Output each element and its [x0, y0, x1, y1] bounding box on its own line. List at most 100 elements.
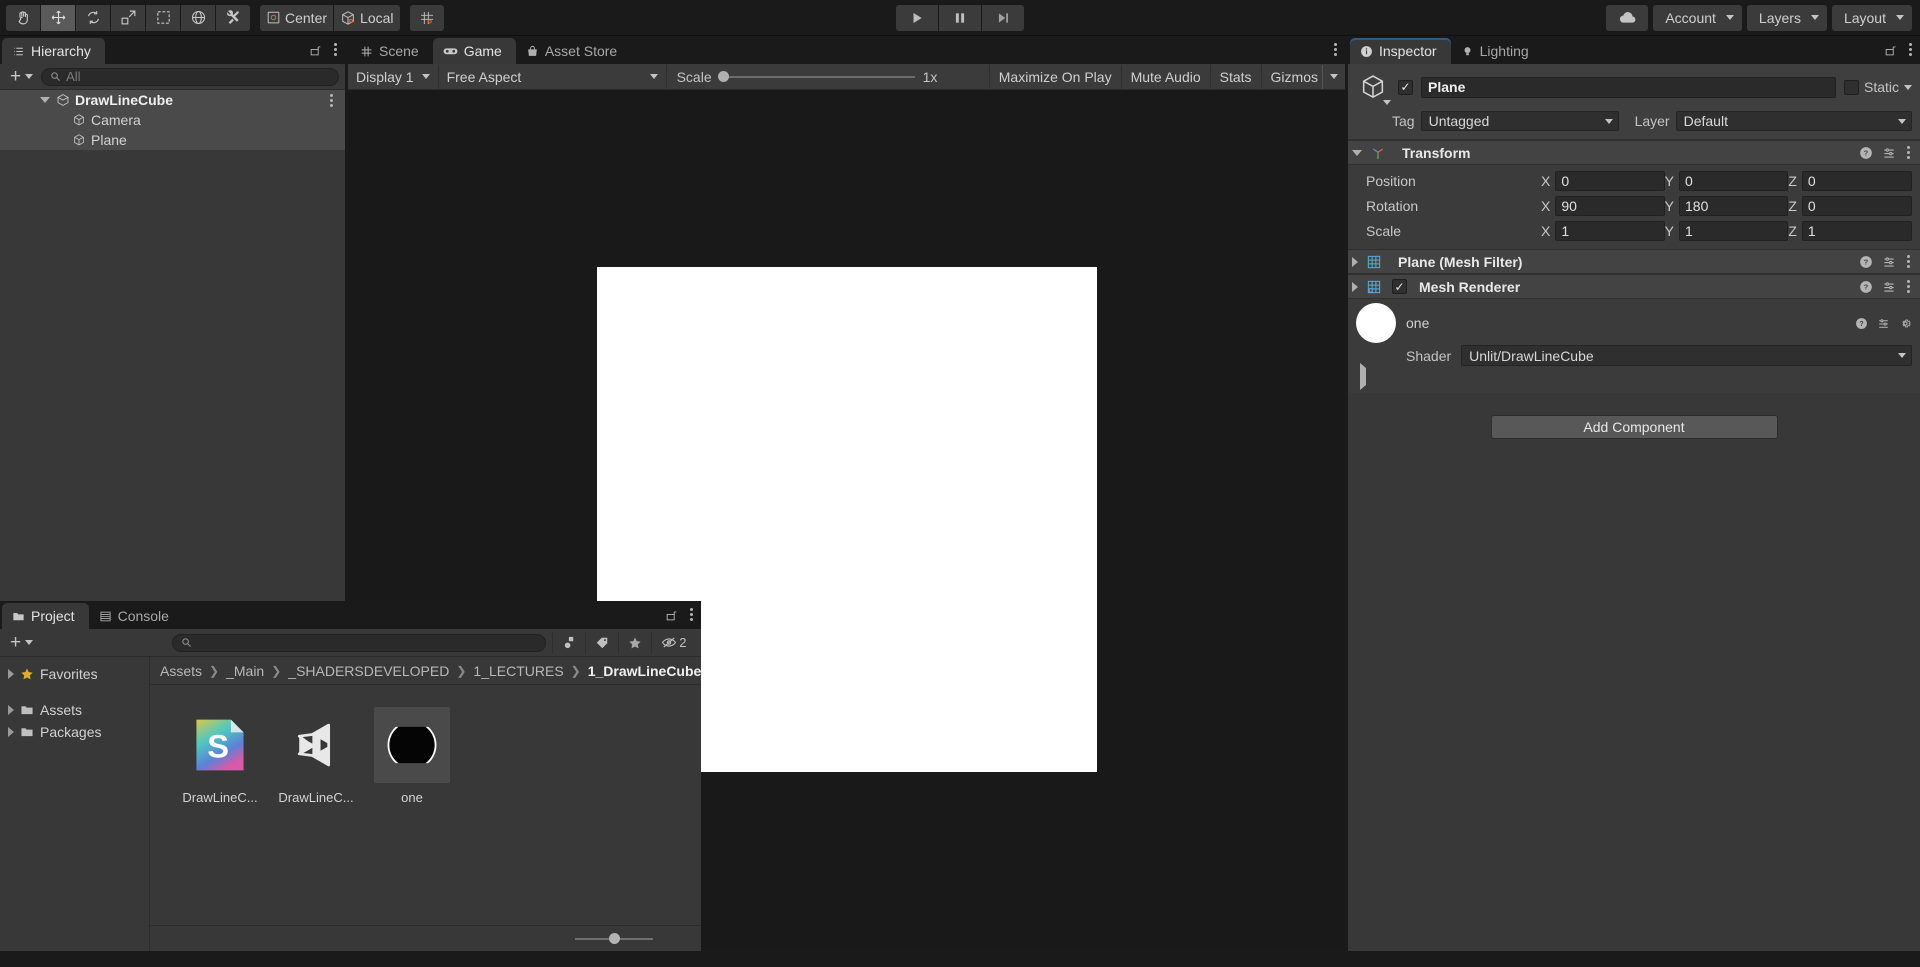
tab-console[interactable]: Console — [89, 603, 183, 629]
chevron-right-icon[interactable] — [1360, 363, 1366, 390]
asset-item-material-one[interactable]: one — [374, 707, 450, 805]
maximize-on-play-button[interactable]: Maximize On Play — [988, 64, 1121, 89]
hierarchy-menu-button[interactable] — [332, 41, 339, 58]
tab-scene[interactable]: Scene — [350, 38, 433, 64]
mesh-renderer-enabled-checkbox[interactable] — [1392, 279, 1407, 294]
inspector-lock-button[interactable] — [1884, 43, 1897, 57]
stats-button[interactable]: Stats — [1209, 64, 1261, 89]
material-preview[interactable] — [1356, 303, 1396, 343]
asset-zoom-slider[interactable] — [575, 932, 654, 944]
project-lock-button[interactable] — [665, 608, 678, 622]
rotation-y-input[interactable]: 180 — [1679, 196, 1789, 216]
preset-icon[interactable] — [1882, 146, 1896, 160]
mute-audio-button[interactable]: Mute Audio — [1120, 64, 1210, 89]
project-search-input[interactable] — [172, 633, 547, 652]
scale-y-input[interactable]: 1 — [1679, 221, 1789, 241]
scale-z-input[interactable]: 1 — [1801, 221, 1913, 241]
rotate-tool-button[interactable] — [76, 4, 110, 31]
pause-button[interactable] — [939, 4, 981, 31]
custom-tool-button[interactable] — [216, 4, 250, 31]
preset-icon[interactable] — [1882, 255, 1896, 269]
project-menu-button[interactable] — [688, 606, 695, 623]
project-tree-item-assets[interactable]: Assets — [0, 699, 149, 721]
hand-tool-button[interactable] — [6, 4, 40, 31]
scale-slider[interactable] — [717, 70, 915, 82]
chevron-right-icon[interactable] — [8, 727, 14, 737]
gameobject-name-input[interactable]: Plane — [1421, 76, 1836, 98]
add-component-button[interactable]: Add Component — [1490, 415, 1778, 439]
chevron-right-icon[interactable] — [8, 705, 14, 715]
inspector-menu-button[interactable] — [1907, 41, 1914, 58]
asset-zoom-handle[interactable] — [609, 932, 621, 944]
breadcrumb-item-assets[interactable]: Assets — [160, 663, 202, 679]
rotation-x-input[interactable]: 90 — [1555, 196, 1665, 216]
chevron-down-icon[interactable] — [1904, 84, 1912, 90]
game-menu-button[interactable] — [1332, 41, 1339, 58]
filter-favorites-button[interactable] — [618, 631, 651, 654]
shader-dropdown[interactable]: Unlit/DrawLineCube — [1461, 345, 1912, 366]
project-create-button[interactable]: + — [6, 633, 37, 652]
breadcrumb-item-shadersdeveloped[interactable]: _SHADERSDEVELOPED — [288, 663, 449, 679]
layer-dropdown[interactable]: Default — [1675, 111, 1912, 131]
move-tool-button[interactable] — [41, 4, 75, 31]
scale-tool-button[interactable] — [111, 4, 145, 31]
grid-snap-button[interactable] — [409, 4, 444, 31]
project-tree-item-favorites[interactable]: Favorites — [0, 663, 149, 685]
help-icon[interactable]: ? — [1859, 280, 1873, 294]
transform-menu-button[interactable] — [1905, 144, 1912, 161]
rect-tool-button[interactable] — [146, 4, 180, 31]
breadcrumb-item-drawlinecube[interactable]: 1_DrawLineCube — [588, 663, 702, 679]
scale-slider-handle[interactable] — [717, 70, 729, 82]
hierarchy-item-drawlinecube[interactable]: DrawLineCube — [0, 90, 345, 110]
chevron-down-icon[interactable] — [1383, 100, 1391, 105]
step-button[interactable] — [982, 4, 1024, 31]
scale-x-input[interactable]: 1 — [1555, 221, 1665, 241]
preset-icon[interactable] — [1882, 280, 1896, 294]
hierarchy-item-camera[interactable]: Camera — [0, 110, 345, 130]
layout-button[interactable]: Layout — [1831, 4, 1912, 31]
filter-by-label-button[interactable] — [585, 631, 618, 654]
chevron-right-icon[interactable] — [1352, 256, 1358, 267]
cloud-services-button[interactable] — [1606, 4, 1649, 31]
position-x-input[interactable]: 0 — [1555, 171, 1665, 191]
tab-hierarchy[interactable]: Hierarchy — [2, 38, 105, 64]
account-button[interactable]: Account — [1653, 4, 1742, 31]
tab-lighting[interactable]: Lighting — [1451, 38, 1543, 64]
hidden-packages-button[interactable]: 2 — [651, 631, 695, 654]
position-y-input[interactable]: 0 — [1679, 171, 1789, 191]
play-button[interactable] — [896, 4, 938, 31]
project-tree-item-packages[interactable]: Packages — [0, 721, 149, 743]
help-icon[interactable]: ? — [1859, 255, 1873, 269]
static-checkbox[interactable] — [1843, 79, 1859, 95]
tab-project[interactable]: Project — [2, 603, 89, 629]
chevron-down-icon[interactable] — [40, 97, 50, 103]
display-dropdown[interactable]: Display 1 — [348, 64, 439, 89]
layers-button[interactable]: Layers — [1746, 4, 1827, 31]
gizmos-button[interactable]: Gizmos — [1260, 64, 1322, 89]
mesh-renderer-menu-button[interactable] — [1905, 278, 1912, 295]
hierarchy-search-input[interactable]: All — [41, 67, 339, 86]
tab-game[interactable]: Game — [432, 38, 516, 64]
chevron-right-icon[interactable] — [1352, 281, 1358, 292]
handle-space-button[interactable]: Local — [334, 4, 400, 31]
position-z-input[interactable]: 0 — [1801, 171, 1913, 191]
breadcrumb-item-lectures[interactable]: 1_LECTURES — [473, 663, 563, 679]
rotation-z-input[interactable]: 0 — [1801, 196, 1913, 216]
help-icon[interactable]: ? — [1859, 146, 1873, 160]
chevron-down-icon[interactable] — [1352, 149, 1362, 156]
hierarchy-item-menu-button[interactable] — [328, 92, 335, 109]
aspect-dropdown[interactable]: Free Aspect — [438, 64, 667, 89]
gizmos-dropdown-button[interactable] — [1322, 64, 1345, 89]
transform-tool-button[interactable] — [181, 4, 215, 31]
tab-inspector[interactable]: Inspector — [1350, 38, 1451, 64]
filter-by-type-button[interactable] — [552, 631, 585, 654]
asset-item-shader[interactable]: S DrawLineC... — [182, 707, 258, 805]
create-object-button[interactable]: + — [6, 67, 37, 86]
gameobject-enabled-checkbox[interactable] — [1398, 79, 1413, 95]
tab-asset-store[interactable]: Asset Store — [516, 38, 631, 64]
hierarchy-item-plane[interactable]: Plane — [0, 130, 345, 150]
lock-button[interactable] — [309, 43, 322, 57]
tag-dropdown[interactable]: Untagged — [1420, 111, 1619, 131]
chevron-right-icon[interactable] — [8, 669, 14, 679]
breadcrumb-item-main[interactable]: _Main — [226, 663, 264, 679]
